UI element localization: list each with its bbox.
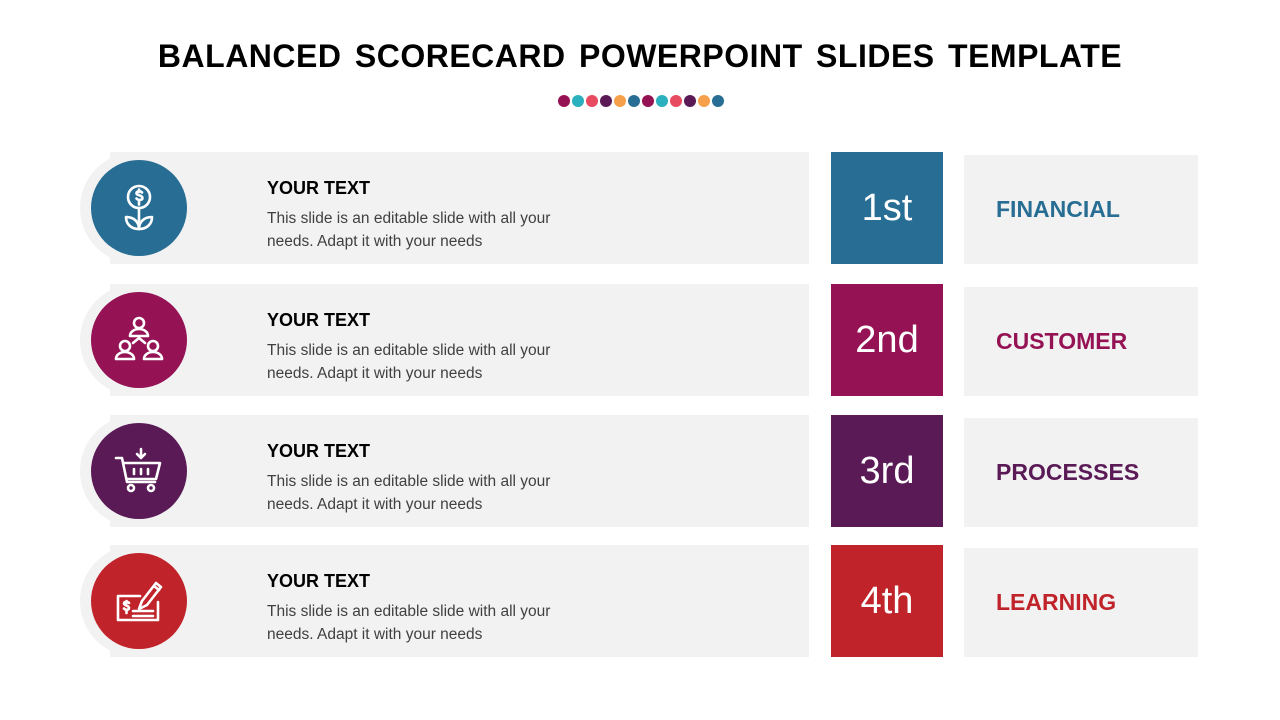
scorecard-row: YOUR TEXT This slide is an editable slid… — [80, 415, 1200, 527]
rank-box: 4th — [831, 545, 943, 657]
icon-circle — [91, 160, 187, 256]
category-label: FINANCIAL — [996, 196, 1120, 222]
decorative-dot — [614, 95, 626, 107]
rank-label: 4th — [860, 579, 914, 622]
category-box: PROCESSES — [964, 418, 1198, 527]
decorative-dot — [586, 95, 598, 107]
icon-circle — [91, 292, 187, 388]
icon-circle — [91, 553, 187, 649]
icon-ring — [80, 545, 192, 657]
slide-title: BALANCED SCORECARD POWERPOINT SLIDES TEM… — [157, 38, 1123, 74]
category-box: CUSTOMER — [964, 287, 1198, 396]
row-heading: YOUR TEXT — [267, 310, 371, 330]
shopping-cart-icon — [114, 446, 164, 496]
row-description: This slide is an editable slide with all… — [267, 473, 551, 513]
icon-ring — [80, 284, 192, 396]
text-panel: YOUR TEXT This slide is an editable slid… — [110, 152, 809, 264]
row-description: This slide is an editable slide with all… — [267, 342, 551, 382]
rank-label: 2nd — [855, 318, 919, 361]
scorecard-row: YOUR TEXT This slide is an editable slid… — [80, 545, 1200, 657]
rank-label: 3rd — [859, 449, 915, 492]
text-panel: YOUR TEXT This slide is an editable slid… — [110, 284, 809, 396]
decorative-dot — [628, 95, 640, 107]
decorative-dots — [558, 95, 724, 107]
cheque-pen-icon — [114, 576, 164, 626]
category-box: FINANCIAL — [964, 155, 1198, 264]
money-plant-icon — [114, 183, 164, 233]
scorecard-row: YOUR TEXT This slide is an editable slid… — [80, 152, 1200, 264]
decorative-dot — [572, 95, 584, 107]
decorative-dot — [712, 95, 724, 107]
decorative-dot — [670, 95, 682, 107]
rank-label: 1st — [861, 186, 913, 229]
category-box: LEARNING — [964, 548, 1198, 657]
icon-ring — [80, 415, 192, 527]
decorative-dot — [558, 95, 570, 107]
decorative-dot — [698, 95, 710, 107]
row-description: This slide is an editable slide with all… — [267, 603, 551, 643]
category-label: LEARNING — [996, 589, 1117, 615]
row-description: This slide is an editable slide with all… — [267, 210, 551, 250]
text-panel: YOUR TEXT This slide is an editable slid… — [110, 415, 809, 527]
rank-box: 2nd — [831, 284, 943, 396]
rank-box: 3rd — [831, 415, 943, 527]
icon-ring — [80, 152, 192, 264]
text-panel: YOUR TEXT This slide is an editable slid… — [110, 545, 809, 657]
rank-box: 1st — [831, 152, 943, 264]
row-heading: YOUR TEXT — [267, 178, 371, 198]
decorative-dot — [600, 95, 612, 107]
category-label: PROCESSES — [996, 459, 1140, 485]
icon-circle — [91, 423, 187, 519]
customer-network-icon — [114, 315, 164, 365]
category-label: CUSTOMER — [996, 328, 1128, 354]
row-heading: YOUR TEXT — [267, 571, 371, 591]
scorecard-row: YOUR TEXT This slide is an editable slid… — [80, 284, 1200, 396]
row-heading: YOUR TEXT — [267, 441, 371, 461]
decorative-dot — [684, 95, 696, 107]
decorative-dot — [656, 95, 668, 107]
decorative-dot — [642, 95, 654, 107]
